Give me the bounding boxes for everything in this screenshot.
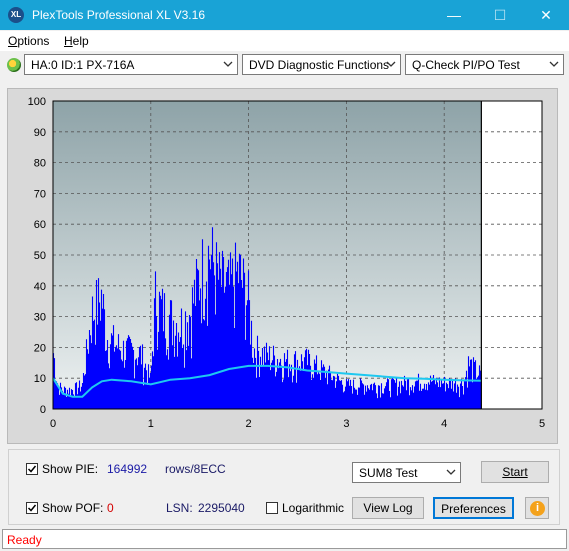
close-button[interactable]: ✕ — [523, 0, 569, 30]
pof-value: 0 — [107, 501, 114, 515]
preferences-button[interactable]: Preferences — [433, 497, 514, 519]
disc-icon — [7, 58, 21, 72]
x-tick-label: 2 — [246, 418, 252, 430]
status-text: Ready — [7, 533, 42, 547]
window-title: PlexTools Professional XL V3.16 — [32, 8, 205, 22]
maximize-button[interactable]: ☐ — [477, 0, 523, 30]
x-tick-label: 3 — [343, 418, 349, 430]
function-select[interactable]: DVD Diagnostic Functions — [242, 54, 401, 75]
menu-bar: Options Help — [0, 31, 569, 51]
y-tick-label: 80 — [34, 158, 46, 170]
show-pof-checkbox[interactable] — [26, 502, 38, 514]
sum-test-select-value: SUM8 Test — [359, 466, 418, 480]
title-bar: XL PlexTools Professional XL V3.16 — ☐ ✕ — [0, 0, 569, 30]
test-select[interactable]: Q-Check PI/PO Test — [405, 54, 564, 75]
start-button[interactable]: Start — [481, 461, 549, 483]
menu-options[interactable]: Options — [8, 34, 49, 48]
chevron-down-icon — [386, 61, 396, 67]
show-pie-checkbox[interactable] — [26, 463, 38, 475]
pie-value: 164992 — [107, 462, 148, 476]
drive-select-value: HA:0 ID:1 PX-716A — [31, 58, 135, 72]
lsn-label: LSN: — [166, 501, 193, 515]
menu-options-label: ptions — [17, 34, 50, 48]
checkmark-icon — [27, 465, 37, 473]
view-log-button[interactable]: View Log — [352, 497, 424, 519]
y-tick-label: 60 — [34, 219, 46, 231]
preferences-button-label: Preferences — [441, 502, 506, 516]
show-pof-label: Show POF: — [42, 501, 104, 515]
menu-help[interactable]: Help — [64, 34, 89, 48]
view-log-button-label: View Log — [363, 501, 413, 515]
test-select-value: Q-Check PI/PO Test — [412, 58, 520, 72]
function-select-value: DVD Diagnostic Functions — [249, 58, 390, 72]
y-tick-label: 0 — [40, 404, 46, 416]
menu-help-label: elp — [72, 34, 89, 48]
y-tick-label: 40 — [34, 281, 46, 293]
y-tick-label: 100 — [28, 96, 46, 108]
show-pie-label: Show PIE: — [42, 462, 99, 476]
y-tick-label: 90 — [34, 127, 46, 139]
start-button-label: Start — [502, 465, 528, 479]
y-tick-label: 50 — [34, 250, 46, 262]
y-tick-label: 30 — [34, 312, 46, 324]
y-tick-label: 10 — [34, 373, 46, 385]
logarithmic-checkbox[interactable] — [266, 502, 278, 514]
y-tick-label: 20 — [34, 342, 46, 354]
app-icon: XL — [8, 7, 24, 23]
lsn-value: 2295040 — [198, 501, 245, 515]
menu-options-mnemonic: O — [8, 34, 18, 48]
x-tick-label: 1 — [148, 418, 154, 430]
info-icon: i — [530, 501, 545, 516]
logarithmic-label: Logarithmic — [282, 501, 345, 515]
rows-label: rows/8ECC — [165, 462, 226, 476]
checkmark-icon — [27, 504, 37, 512]
x-tick-label: 0 — [50, 418, 56, 430]
chevron-down-icon — [446, 469, 456, 475]
sum-test-select[interactable]: SUM8 Test — [352, 462, 461, 483]
pipo-chart: 0 10 20 30 40 50 60 70 80 90 100 0 1 2 3 4 5 — [28, 96, 545, 430]
minimize-button[interactable]: — — [431, 0, 477, 30]
y-tick-label: 70 — [34, 188, 46, 200]
info-button[interactable]: i — [525, 497, 549, 519]
status-bar: Ready — [2, 529, 567, 549]
x-tick-label: 5 — [539, 418, 545, 430]
chevron-down-icon — [223, 61, 233, 67]
drive-select[interactable]: HA:0 ID:1 PX-716A — [24, 54, 238, 75]
chevron-down-icon — [549, 61, 559, 67]
menu-help-mnemonic: H — [64, 34, 73, 48]
x-tick-label: 4 — [441, 418, 447, 430]
